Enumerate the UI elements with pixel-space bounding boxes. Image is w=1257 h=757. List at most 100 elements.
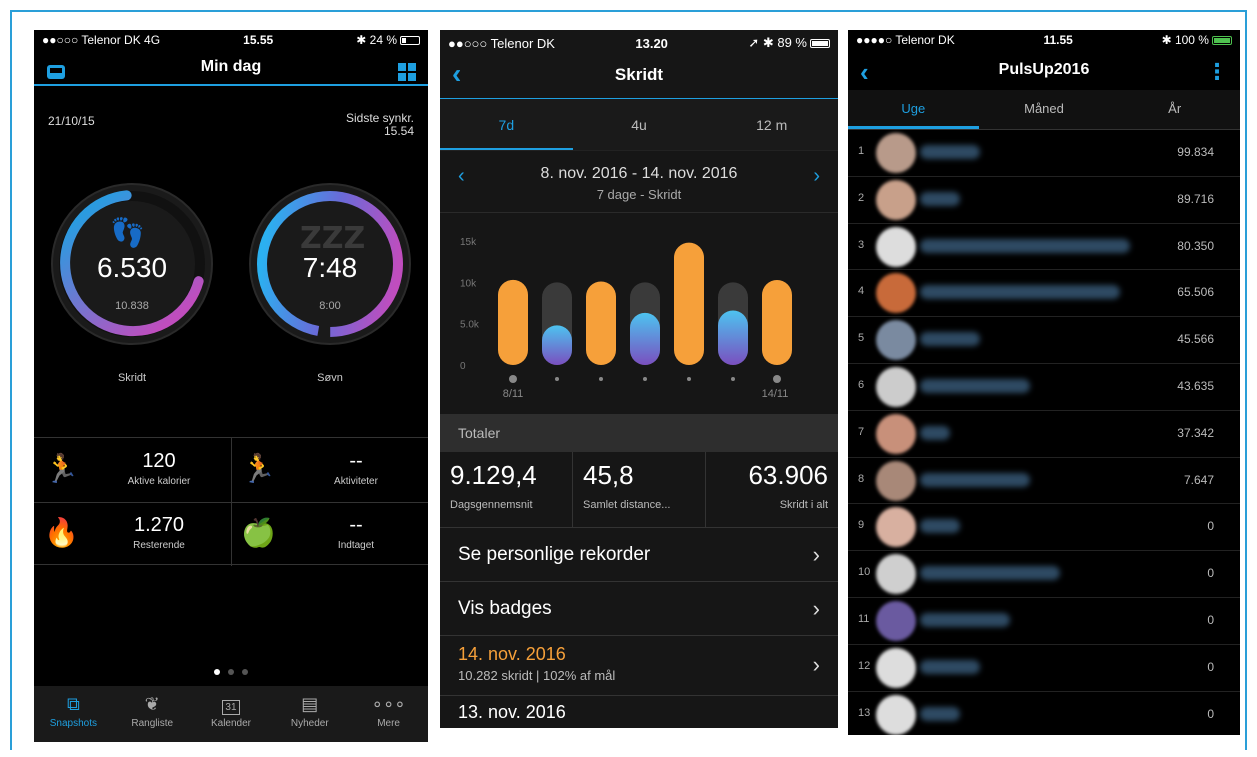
x-tick-dot	[773, 375, 781, 383]
leaderboard-row[interactable]: 1 99.834	[848, 130, 1240, 177]
avatar	[876, 366, 916, 407]
total-daily-average: 9.129,4 Dagsgennemsnit	[440, 452, 573, 527]
y-tick-label: 15k	[460, 237, 477, 248]
grid-button[interactable]	[398, 50, 416, 94]
x-tick-dot	[555, 377, 559, 381]
next-range-button[interactable]: ›	[813, 165, 820, 188]
total-value: 63.906	[748, 460, 828, 490]
leaderboard-row[interactable]: 10 0	[848, 551, 1240, 598]
x-tick-dot	[599, 377, 603, 381]
phone-my-day: ●●○○○ Telenor DK 4G 15.55 ✱ 24 % Min dag…	[34, 30, 428, 742]
flame-icon: 🔥	[44, 517, 79, 548]
badges-row[interactable]: Vis badges ›	[440, 582, 838, 636]
leaderboard-row[interactable]: 13 0	[848, 692, 1240, 735]
score-value: 45.566	[1177, 332, 1214, 347]
score-value: 99.834	[1177, 145, 1214, 159]
score-value: 0	[1207, 566, 1214, 581]
svg-text:👣: 👣	[110, 215, 145, 249]
step-bar	[498, 279, 528, 365]
steps-chart-svg: 15k 10k 5.0k 0 8/11 14/11	[460, 237, 792, 400]
steps-label: Skridt	[117, 372, 147, 384]
chevron-right-icon: ›	[812, 596, 820, 621]
tab-bar: ⧉ Snapshots ❦ Rangliste 31 Kalender ▤ Ny…	[34, 686, 428, 742]
page-dot	[228, 669, 234, 675]
total-distance: 45,8 Samlet distance...	[573, 452, 706, 527]
leaderboard-row[interactable]: 6 43.635	[848, 364, 1240, 411]
stats-grid: 🏃 120 Aktive kalorier 🏃 -- Aktiviteter 🔥…	[34, 437, 428, 566]
menu-button[interactable]: ⋮	[1206, 50, 1228, 94]
rank-number: 9	[858, 519, 865, 532]
calendar-icon: 31	[192, 694, 271, 718]
score-value: 0	[1207, 659, 1214, 674]
page-indicator[interactable]	[34, 662, 428, 680]
tab-4u[interactable]: 4u	[573, 99, 706, 150]
rank-number: 13	[858, 706, 871, 719]
tab-mere[interactable]: ∘∘∘ Mere	[349, 686, 428, 742]
leaderboard-row[interactable]: 11 0	[848, 598, 1240, 645]
leaderboard-row[interactable]: 2 89.716	[848, 177, 1240, 224]
inbox-button[interactable]	[46, 50, 66, 94]
tab-aar[interactable]: År	[1109, 90, 1240, 129]
x-tick-dot	[643, 377, 647, 381]
avatar	[876, 507, 916, 548]
step-bar	[674, 242, 704, 365]
active-calories-label: Aktive kalorier	[127, 476, 191, 487]
battery-indicator: ✱ 100 %	[1162, 33, 1232, 47]
step-bar	[630, 312, 660, 365]
svg-text:ZZZ: ZZZ	[300, 221, 365, 256]
leaderboard-row[interactable]: 8 7.647	[848, 458, 1240, 505]
day-date: 14. nov. 2016	[458, 644, 566, 664]
chevron-left-icon: ‹	[458, 165, 465, 187]
period-tabs: 7d 4u 12 m	[440, 98, 838, 150]
row-label: Vis badges	[458, 598, 552, 619]
back-button[interactable]: ‹	[452, 52, 461, 96]
personal-records-row[interactable]: Se personlige rekorder ›	[440, 528, 838, 582]
avatar	[876, 413, 916, 454]
total-value: 45,8	[583, 460, 634, 490]
battery-text: 89 %	[777, 35, 807, 50]
sync-time: 15.54	[383, 124, 414, 138]
row-label: Se personlige rekorder	[458, 544, 651, 565]
newspaper-icon: ▤	[301, 694, 319, 714]
prev-range-button[interactable]: ‹	[458, 165, 465, 188]
date-label: 21/10/15	[48, 114, 95, 128]
day-row-next[interactable]: 13. nov. 2016	[440, 696, 838, 723]
tab-snapshots[interactable]: ⧉ Snapshots	[34, 686, 113, 742]
sleep-goal: 8:00	[319, 300, 341, 312]
chevron-left-icon: ‹	[452, 58, 462, 89]
leaderboard-row[interactable]: 90	[848, 504, 1240, 552]
leaderboard-row[interactable]: 3 80.350	[848, 224, 1240, 271]
intake-cell[interactable]: 🍏 -- Indtaget	[231, 502, 428, 566]
tab-rangliste[interactable]: ❦ Rangliste	[113, 686, 192, 742]
x-tick-dot	[731, 377, 735, 381]
sleep-ring[interactable]: ZZZ 7:48 8:00	[246, 180, 414, 348]
score-value: 89.716	[1177, 191, 1214, 206]
back-button[interactable]: ‹	[860, 50, 869, 94]
total-label: Samlet distance...	[583, 499, 671, 511]
running-icon: 🏃	[44, 453, 79, 484]
snapshots-icon: ⧉	[66, 694, 80, 714]
tab-12m[interactable]: 12 m	[705, 99, 838, 150]
blurred-name	[920, 378, 1030, 393]
tab-maaned[interactable]: Måned	[979, 90, 1110, 129]
steps-ring[interactable]: 👣 6.530 10.838	[48, 180, 216, 348]
remaining-cell[interactable]: 🔥 1.270 Resterende	[34, 502, 231, 566]
day-row[interactable]: 14. nov. 2016 10.282 skridt | 102% af må…	[440, 636, 838, 696]
leaderboard-row[interactable]: 12 0	[848, 645, 1240, 692]
leaderboard-row[interactable]: 5 45.566	[848, 317, 1240, 364]
activities-label: Aktiviteter	[334, 476, 378, 487]
steps-chart[interactable]: 15k 10k 5.0k 0 8/11 14/11	[440, 212, 838, 414]
tab-nyheder[interactable]: ▤ Nyheder	[270, 686, 349, 742]
tab-label: Kalender	[210, 718, 251, 729]
runner-icon: 🏃	[241, 453, 276, 484]
blurred-name	[920, 285, 1120, 300]
activities-cell[interactable]: 🏃 -- Aktiviteter	[231, 438, 428, 502]
tab-kalender[interactable]: 31 Kalender	[192, 686, 271, 742]
tab-uge[interactable]: Uge	[848, 90, 979, 129]
leaderboard-row[interactable]: 4 65.506	[848, 270, 1240, 318]
active-calories-cell[interactable]: 🏃 120 Aktive kalorier	[34, 438, 231, 502]
tab-7d[interactable]: 7d	[440, 99, 573, 150]
page-dot	[214, 669, 220, 675]
tab-label: Snapshots	[49, 718, 98, 729]
leaderboard-row[interactable]: 7 37.342	[848, 411, 1240, 458]
